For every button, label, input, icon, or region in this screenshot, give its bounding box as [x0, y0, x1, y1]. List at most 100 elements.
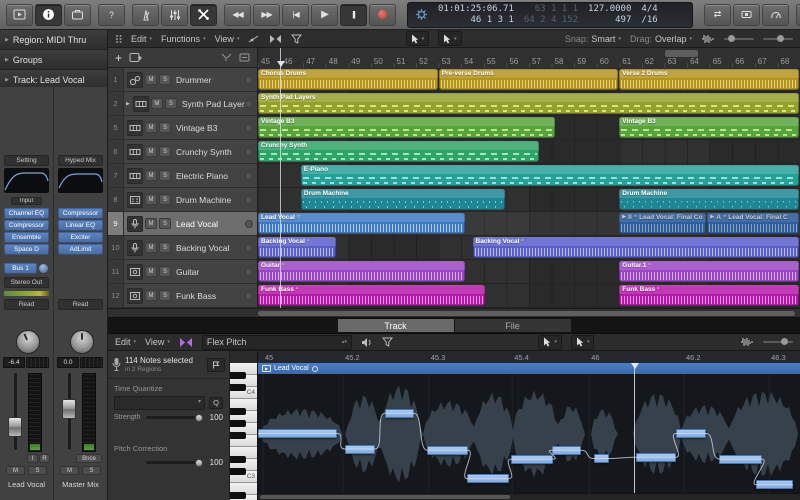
insert-plugin-button[interactable]: Space D: [4, 244, 49, 255]
region[interactable]: Synth Pad Layers: [258, 93, 799, 114]
automation-mode-button[interactable]: Read: [58, 299, 103, 310]
editor-zoom-slider[interactable]: [763, 341, 793, 343]
track-lane[interactable]: Lead Vocal○▶II≈Lead Vocal: Final Co▶A≈Le…: [258, 212, 800, 236]
region[interactable]: Drum Machine: [301, 189, 506, 210]
insert-plugin-button[interactable]: Ensemble: [4, 232, 49, 243]
piano-key-black[interactable]: [230, 492, 246, 499]
flex-pitch-note[interactable]: [467, 474, 509, 483]
piano-key-black[interactable]: [230, 468, 246, 475]
fader-thumb[interactable]: [62, 399, 76, 419]
flex-pitch-editor[interactable]: 4545.245.345.44646.246.3 ▶ Lead Vocal: [258, 351, 800, 500]
duplicate-track-button[interactable]: [129, 52, 143, 63]
input-monitor-icon[interactable]: [245, 76, 253, 84]
record-enable-button[interactable]: R: [39, 454, 50, 463]
solo-button[interactable]: S: [159, 194, 171, 205]
region[interactable]: Guitar.1▫: [619, 261, 799, 282]
piano-key-black[interactable]: [230, 432, 246, 439]
mute-button[interactable]: M: [145, 242, 157, 253]
editor-region-header[interactable]: ▶ Lead Vocal: [258, 363, 800, 374]
region[interactable]: E-Piano: [301, 165, 799, 186]
flex-pitch-note[interactable]: [385, 409, 414, 418]
record-button[interactable]: [369, 4, 396, 26]
insert-plugin-button[interactable]: AdLimit: [58, 244, 103, 255]
functions-menu[interactable]: Functions▾: [161, 34, 206, 44]
forward-button[interactable]: ▶▶: [253, 4, 280, 26]
tab-track[interactable]: Track: [338, 319, 454, 332]
region[interactable]: Guitar▫: [258, 261, 465, 282]
flex-pitch-note[interactable]: [511, 455, 553, 464]
solo-button[interactable]: S: [159, 242, 171, 253]
piano-key-black[interactable]: [230, 384, 246, 391]
mute-button[interactable]: M: [6, 466, 25, 475]
playhead[interactable]: [280, 48, 281, 308]
pitch-correction-slider[interactable]: [146, 461, 201, 464]
mute-button[interactable]: M: [145, 194, 157, 205]
vertical-zoom-slider[interactable]: [724, 38, 754, 40]
flex-button[interactable]: [269, 34, 282, 44]
quantize-apply-button[interactable]: Q: [209, 397, 223, 409]
track-lane[interactable]: Chorus DrumsPre-verse DrumsVerse 2 Drums: [258, 68, 800, 92]
track-lane[interactable]: Funk Bass▫Funk Bass▫: [258, 284, 800, 308]
left-click-tool-selector[interactable]: ▾: [406, 31, 430, 46]
waveform-zoom-button[interactable]: [701, 34, 715, 44]
track-collapse-button[interactable]: [239, 53, 250, 62]
region[interactable]: Backing Vocal▫: [258, 237, 336, 258]
cmd-click-tool-selector[interactable]: ▾: [438, 31, 462, 46]
region-inspector-header[interactable]: ▶ Region: MIDI Thru: [0, 30, 107, 50]
fader-thumb[interactable]: [8, 417, 22, 437]
input-monitor-icon[interactable]: [245, 244, 253, 252]
filter-button[interactable]: [291, 34, 302, 44]
region[interactable]: Vintage B3: [619, 117, 799, 138]
region[interactable]: Pre-verse Drums: [439, 69, 619, 90]
tab-file[interactable]: File: [455, 319, 571, 332]
strength-slider[interactable]: [146, 416, 201, 419]
flex-mode-selector[interactable]: Flex Pitch ▴▾: [202, 335, 352, 350]
region[interactable]: Lead Vocal○: [258, 213, 465, 234]
solo-button[interactable]: S: [159, 170, 171, 181]
input-monitor-icon[interactable]: [245, 196, 253, 204]
insert-plugin-button[interactable]: Compressor: [58, 208, 103, 219]
region[interactable]: ▶A≈Lead Vocal: Final C: [707, 213, 799, 234]
volume-fader[interactable]: [8, 373, 22, 450]
metronome-button[interactable]: [132, 4, 159, 26]
input-monitor-icon[interactable]: [245, 148, 253, 156]
input-monitor-icon[interactable]: [245, 292, 253, 300]
flex-pitch-note[interactable]: [636, 453, 676, 462]
playhead-marker-icon[interactable]: [277, 61, 285, 71]
input-monitor-button[interactable]: I: [27, 454, 38, 463]
send-slot[interactable]: Bus 1: [4, 263, 37, 274]
flex-pitch-note[interactable]: [345, 445, 375, 454]
piano-keyboard[interactable]: C4C3: [230, 351, 258, 500]
mute-button[interactable]: M: [145, 218, 157, 229]
inspector-button[interactable]: [35, 4, 62, 26]
track-sort-button[interactable]: [221, 53, 232, 62]
stop-button[interactable]: |◀: [282, 4, 309, 26]
lcd-display[interactable]: 01:01:25:06.71 46 1 3 1 63 1 1 1 64 2 4 …: [407, 2, 693, 28]
autopunch-button[interactable]: [733, 4, 760, 26]
solo-button[interactable]: S: [159, 266, 171, 277]
mute-button[interactable]: M: [145, 170, 157, 181]
region[interactable]: Drum Machine: [619, 189, 799, 210]
track-header[interactable]: 9MSLead Vocal: [108, 212, 257, 236]
media-browser-button[interactable]: [6, 4, 33, 26]
library-button[interactable]: [64, 4, 91, 26]
send-level-knob[interactable]: [39, 264, 48, 273]
solo-button[interactable]: S: [165, 98, 177, 109]
region[interactable]: Backing Vocal▫: [473, 237, 800, 258]
piano-key-black[interactable]: [230, 372, 246, 379]
track-lane[interactable]: Backing Vocal▫ Backing Vocal▫: [258, 236, 800, 260]
input-monitor-icon[interactable]: [245, 268, 253, 276]
toolbar-toggle-button[interactable]: [190, 4, 217, 26]
setting-button[interactable]: Hyped Mix: [58, 155, 103, 166]
audition-button[interactable]: [361, 337, 373, 348]
track-lane[interactable]: Guitar▫ Guitar.1▫: [258, 260, 800, 284]
mute-button[interactable]: M: [145, 146, 157, 157]
edit-menu[interactable]: Edit▾: [131, 34, 152, 44]
track-lane[interactable]: Synth Pad Layers: [258, 92, 800, 116]
snap-selector[interactable]: Snap:Smart ▾: [565, 34, 621, 44]
track-header[interactable]: 7MSElectric Piano: [108, 164, 257, 188]
track-header[interactable]: 6MSCrunchy Synth: [108, 140, 257, 164]
track-header[interactable]: 10MSBacking Vocal: [108, 236, 257, 260]
eq-display[interactable]: [58, 168, 103, 193]
track-lane[interactable]: Drum Machine Drum Machine: [258, 188, 800, 212]
